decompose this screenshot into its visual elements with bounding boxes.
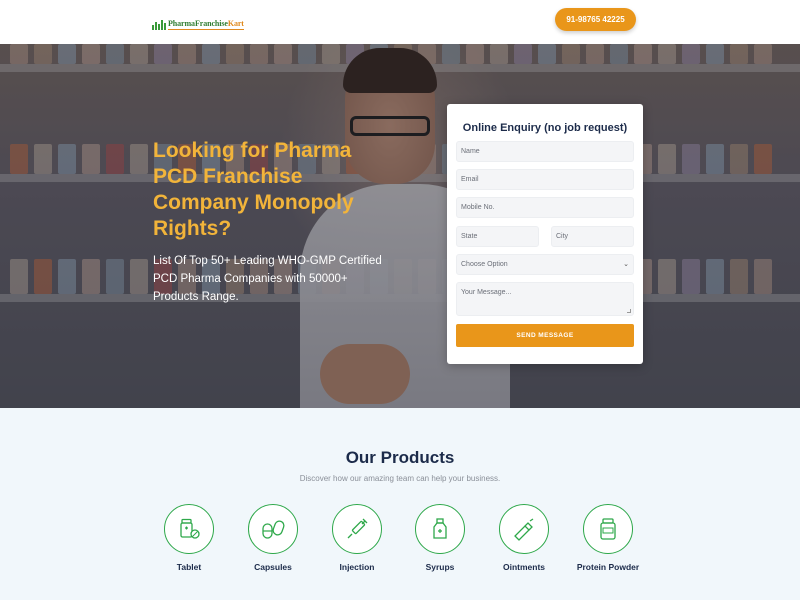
products-subtitle: Discover how our amazing team can help y… <box>299 474 501 483</box>
message-placeholder: Your Message... <box>461 289 512 296</box>
state-field[interactable]: State <box>456 226 539 247</box>
hero-subtitle: List Of Top 50+ Leading WHO-GMP Certifie… <box>153 255 382 303</box>
tablet-icon <box>180 518 200 539</box>
option-select-value: Choose Option <box>461 261 508 268</box>
option-select[interactable]: Choose Option ⌄ <box>456 254 634 275</box>
products-title: Our Products <box>345 448 455 467</box>
enquiry-form: Online Enquiry (no job request) Name Ema… <box>447 104 643 364</box>
protein-jar-icon <box>600 518 616 540</box>
chevron-down-icon: ⌄ <box>623 261 629 268</box>
hero-section: Looking for Pharma PCD Franchise Company… <box>0 44 800 408</box>
logo-chart-icon <box>152 20 166 30</box>
send-message-button[interactable]: SEND MESSAGE <box>456 324 634 347</box>
hero-title: Looking for Pharma PCD Franchise Company… <box>153 139 354 240</box>
product-label: Tablet <box>176 562 202 572</box>
name-field[interactable]: Name <box>456 141 634 162</box>
logo-text: PharmaFranchiseKart <box>168 19 244 30</box>
city-field[interactable]: City <box>551 226 634 247</box>
product-label: Injection <box>339 562 375 572</box>
form-title: Online Enquiry (no job request) <box>462 122 628 134</box>
message-textarea[interactable]: Your Message... <box>456 282 634 316</box>
product-label: Ointments <box>502 562 546 572</box>
mobile-field[interactable]: Mobile No. <box>456 197 634 218</box>
resize-handle-icon[interactable] <box>627 309 631 313</box>
product-label: Protein Powder <box>576 562 640 572</box>
product-label: Capsules <box>254 562 292 572</box>
ointment-tube-icon <box>514 518 534 541</box>
phone-call-button[interactable]: 91-98765 42225 <box>555 8 636 31</box>
site-header: PharmaFranchiseKart 91-98765 42225 <box>0 0 800 44</box>
site-logo[interactable]: PharmaFranchiseKart <box>152 12 244 30</box>
product-label: Syrups <box>425 562 455 572</box>
email-field[interactable]: Email <box>456 169 634 190</box>
syringe-icon <box>347 518 368 539</box>
products-section: Our Products Discover how our amazing te… <box>0 408 800 600</box>
capsules-icon <box>262 520 285 539</box>
syrup-bottle-icon <box>433 518 447 539</box>
